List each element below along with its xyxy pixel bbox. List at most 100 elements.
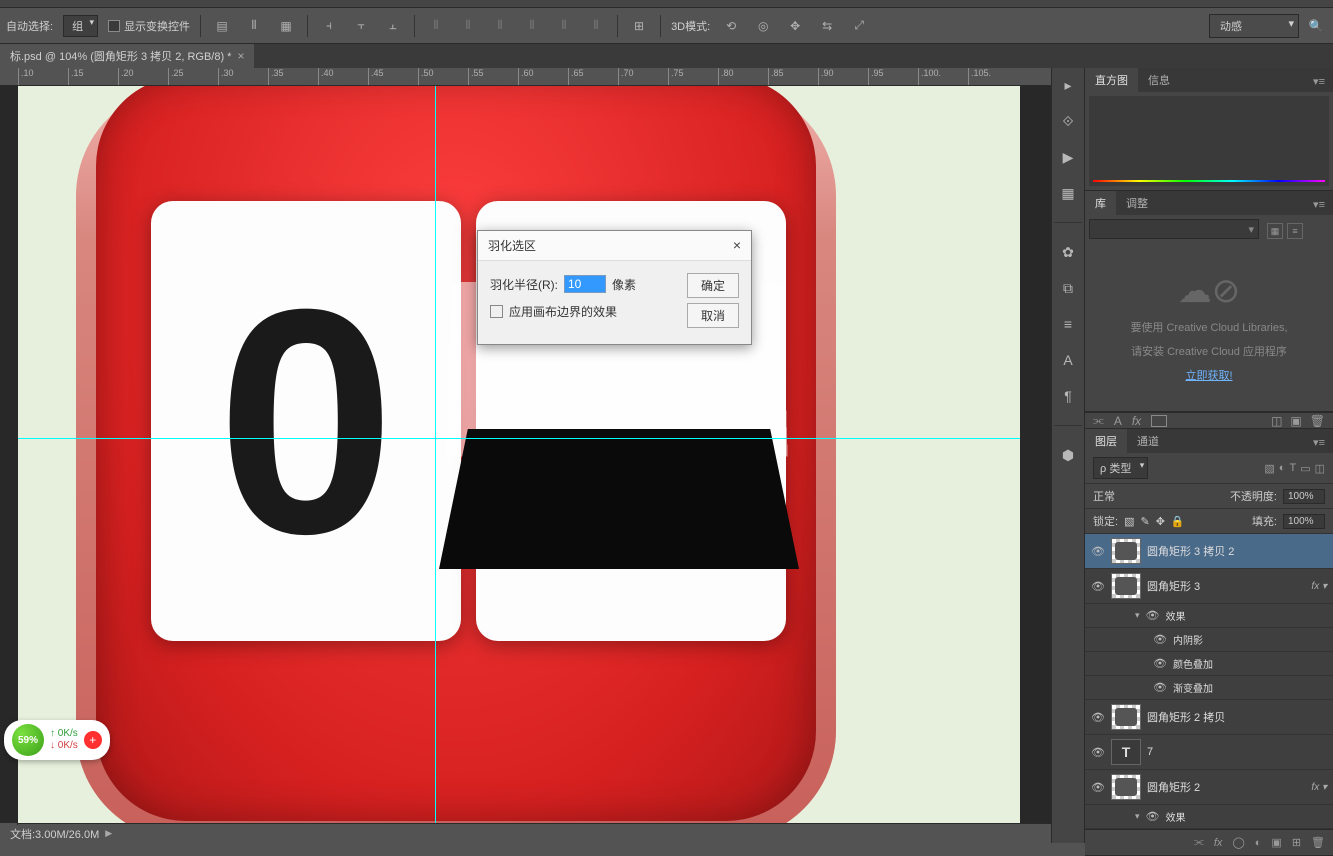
fx-icon[interactable]: fx bbox=[1132, 414, 1141, 428]
3d-orbit-icon[interactable]: ⟲ bbox=[720, 15, 742, 37]
distribute-icon[interactable]: ⫴ bbox=[457, 15, 479, 37]
3d-pan-icon[interactable]: ✥ bbox=[784, 15, 806, 37]
plus-icon[interactable]: + bbox=[84, 731, 102, 749]
get-now-link[interactable]: 立即获取! bbox=[1185, 367, 1232, 383]
distribute-icon[interactable]: ⫴ bbox=[585, 15, 607, 37]
filter-text-icon[interactable]: T bbox=[1289, 462, 1296, 475]
tab-layers[interactable]: 图层 bbox=[1085, 429, 1127, 453]
blend-mode-dropdown[interactable]: 正常 bbox=[1093, 488, 1171, 504]
link-icon[interactable]: ⫘ bbox=[1093, 413, 1104, 428]
visibility-icon[interactable]: 👁 bbox=[1091, 545, 1105, 558]
style-icon[interactable]: ◫ bbox=[1271, 414, 1282, 428]
visibility-icon[interactable]: 👁 bbox=[1091, 781, 1105, 794]
color-swatch[interactable] bbox=[1151, 415, 1167, 427]
character-icon[interactable]: A bbox=[1057, 349, 1079, 371]
filter-smart-icon[interactable]: ◫ bbox=[1315, 462, 1325, 475]
document-tab[interactable]: 标.psd @ 104% (圆角矩形 3 拷贝 2, RGB/8) * × bbox=[0, 44, 254, 68]
align-icon[interactable]: ▤ bbox=[211, 15, 233, 37]
lock-transparency-icon[interactable]: ▧ bbox=[1124, 515, 1134, 528]
grid-view-icon[interactable]: ▦ bbox=[1267, 223, 1283, 239]
tab-histogram[interactable]: 直方图 bbox=[1085, 68, 1138, 92]
ok-button[interactable]: 确定 bbox=[687, 273, 739, 298]
tab-channels[interactable]: 通道 bbox=[1127, 429, 1169, 453]
align-center-icon[interactable]: ⫟ bbox=[350, 15, 372, 37]
lock-all-icon[interactable]: 🔒 bbox=[1171, 515, 1185, 528]
network-widget[interactable]: 59% ↑ 0K/s ↓ 0K/s + bbox=[4, 720, 110, 760]
clone-icon[interactable]: ⧉ bbox=[1057, 277, 1079, 299]
trash-icon[interactable]: 🗑 bbox=[1310, 414, 1325, 428]
layer-item[interactable]: 👁T7 bbox=[1085, 735, 1333, 770]
brush-icon[interactable]: ✿ bbox=[1057, 241, 1079, 263]
play-icon[interactable]: ▶ bbox=[1057, 146, 1079, 168]
panel-icon[interactable]: ▸ bbox=[1057, 74, 1079, 96]
arrange-icon[interactable]: ⊞ bbox=[628, 15, 650, 37]
chevron-right-icon[interactable]: ▶ bbox=[105, 828, 112, 839]
guide-horizontal[interactable] bbox=[18, 438, 1020, 439]
3d-roll-icon[interactable]: ◎ bbox=[752, 15, 774, 37]
search-icon[interactable]: 🔍 bbox=[1305, 15, 1327, 37]
panel-menu-icon[interactable]: ▾≡ bbox=[1305, 432, 1333, 453]
distribute-icon[interactable]: ⫴ bbox=[553, 15, 575, 37]
cloud-off-icon: ☁⊘ bbox=[1178, 271, 1241, 311]
visibility-icon[interactable]: 👁 bbox=[1091, 580, 1105, 593]
fx-badge[interactable]: fx ▾ bbox=[1311, 581, 1327, 592]
filter-adjust-icon[interactable]: ◐ bbox=[1279, 462, 1286, 475]
visibility-icon[interactable]: 👁 bbox=[1091, 746, 1105, 759]
3d-scale-icon[interactable]: ⤢ bbox=[848, 15, 870, 37]
layer-item[interactable]: 👁圆角矩形 3fx ▾ bbox=[1085, 569, 1333, 604]
feather-radius-input[interactable] bbox=[564, 275, 606, 293]
3d-icon[interactable]: ⬢ bbox=[1057, 444, 1079, 466]
align-icon[interactable]: ▦ bbox=[275, 15, 297, 37]
workspace-dropdown[interactable]: 动感 bbox=[1209, 14, 1299, 38]
visibility-icon[interactable]: 👁 bbox=[1091, 711, 1105, 724]
close-icon[interactable]: × bbox=[237, 49, 244, 63]
tab-libraries[interactable]: 库 bbox=[1085, 191, 1116, 215]
group-dropdown[interactable]: 组 bbox=[63, 15, 98, 37]
distribute-icon[interactable]: ⫴ bbox=[425, 15, 447, 37]
layer-item[interactable]: ▾👁效果 bbox=[1085, 604, 1333, 628]
fill-field[interactable]: 100% bbox=[1283, 514, 1325, 529]
layer-item[interactable]: 👁渐变叠加 bbox=[1085, 676, 1333, 700]
layer-item[interactable]: ▾👁效果 bbox=[1085, 805, 1333, 829]
glyphs-icon[interactable]: ¶ bbox=[1057, 385, 1079, 407]
cancel-button[interactable]: 取消 bbox=[687, 303, 739, 328]
layer-item[interactable]: 👁圆角矩形 2fx ▾ bbox=[1085, 770, 1333, 805]
distribute-icon[interactable]: ⫴ bbox=[521, 15, 543, 37]
layer-item[interactable]: 👁圆角矩形 3 拷贝 2 bbox=[1085, 534, 1333, 569]
canvas-viewport[interactable]: 0 bbox=[0, 86, 1051, 823]
lock-paint-icon[interactable]: ✎ bbox=[1140, 515, 1149, 528]
char-icon[interactable]: A bbox=[1114, 414, 1122, 428]
filter-pixel-icon[interactable]: ▧ bbox=[1264, 462, 1274, 475]
list-view-icon[interactable]: ≡ bbox=[1287, 223, 1303, 239]
distribute-icon[interactable]: ⫴ bbox=[489, 15, 511, 37]
panel-menu-icon[interactable]: ▾≡ bbox=[1305, 71, 1333, 92]
layer-item[interactable]: 👁圆角矩形 2 拷贝 bbox=[1085, 700, 1333, 735]
tab-info[interactable]: 信息 bbox=[1138, 68, 1180, 92]
layer-item[interactable]: 👁颜色叠加 bbox=[1085, 652, 1333, 676]
mask-icon[interactable]: ▣ bbox=[1290, 414, 1301, 428]
tab-adjustments[interactable]: 调整 bbox=[1116, 191, 1158, 215]
align-left-icon[interactable]: ⫞ bbox=[318, 15, 340, 37]
guide-vertical[interactable] bbox=[435, 86, 436, 823]
layer-item[interactable]: 👁内阴影 bbox=[1085, 628, 1333, 652]
align-right-icon[interactable]: ⫠ bbox=[382, 15, 404, 37]
swatches-icon[interactable]: ▦ bbox=[1057, 182, 1079, 204]
apply-edge-checkbox[interactable] bbox=[490, 305, 503, 318]
history-icon[interactable]: ⟐ bbox=[1057, 110, 1079, 132]
paragraph-icon[interactable]: ≡ bbox=[1057, 313, 1079, 335]
layer-name: 内阴影 bbox=[1173, 632, 1203, 647]
canvas-area: .10.15.20.25.30.35.40.45.50.55.60.65.70.… bbox=[0, 68, 1051, 843]
library-dropdown[interactable] bbox=[1089, 219, 1259, 239]
3d-slide-icon[interactable]: ⇆ bbox=[816, 15, 838, 37]
lock-position-icon[interactable]: ✥ bbox=[1156, 515, 1165, 528]
filter-kind-dropdown[interactable]: ρ 类型 bbox=[1093, 457, 1148, 479]
align-icon[interactable]: ⫴ bbox=[243, 15, 265, 37]
opacity-field[interactable]: 100% bbox=[1283, 489, 1325, 504]
filter-shape-icon[interactable]: ▭ bbox=[1300, 462, 1310, 475]
layer-thumb bbox=[1111, 774, 1141, 800]
panel-menu-icon[interactable]: ▾≡ bbox=[1305, 194, 1333, 215]
show-transform-checkbox[interactable] bbox=[108, 20, 120, 32]
close-icon[interactable]: × bbox=[733, 237, 741, 254]
fx-badge[interactable]: fx ▾ bbox=[1311, 782, 1327, 793]
feather-dialog: 羽化选区 × 羽化半径(R): 像素 应用画布边界的效果 确定 取消 bbox=[477, 230, 752, 345]
